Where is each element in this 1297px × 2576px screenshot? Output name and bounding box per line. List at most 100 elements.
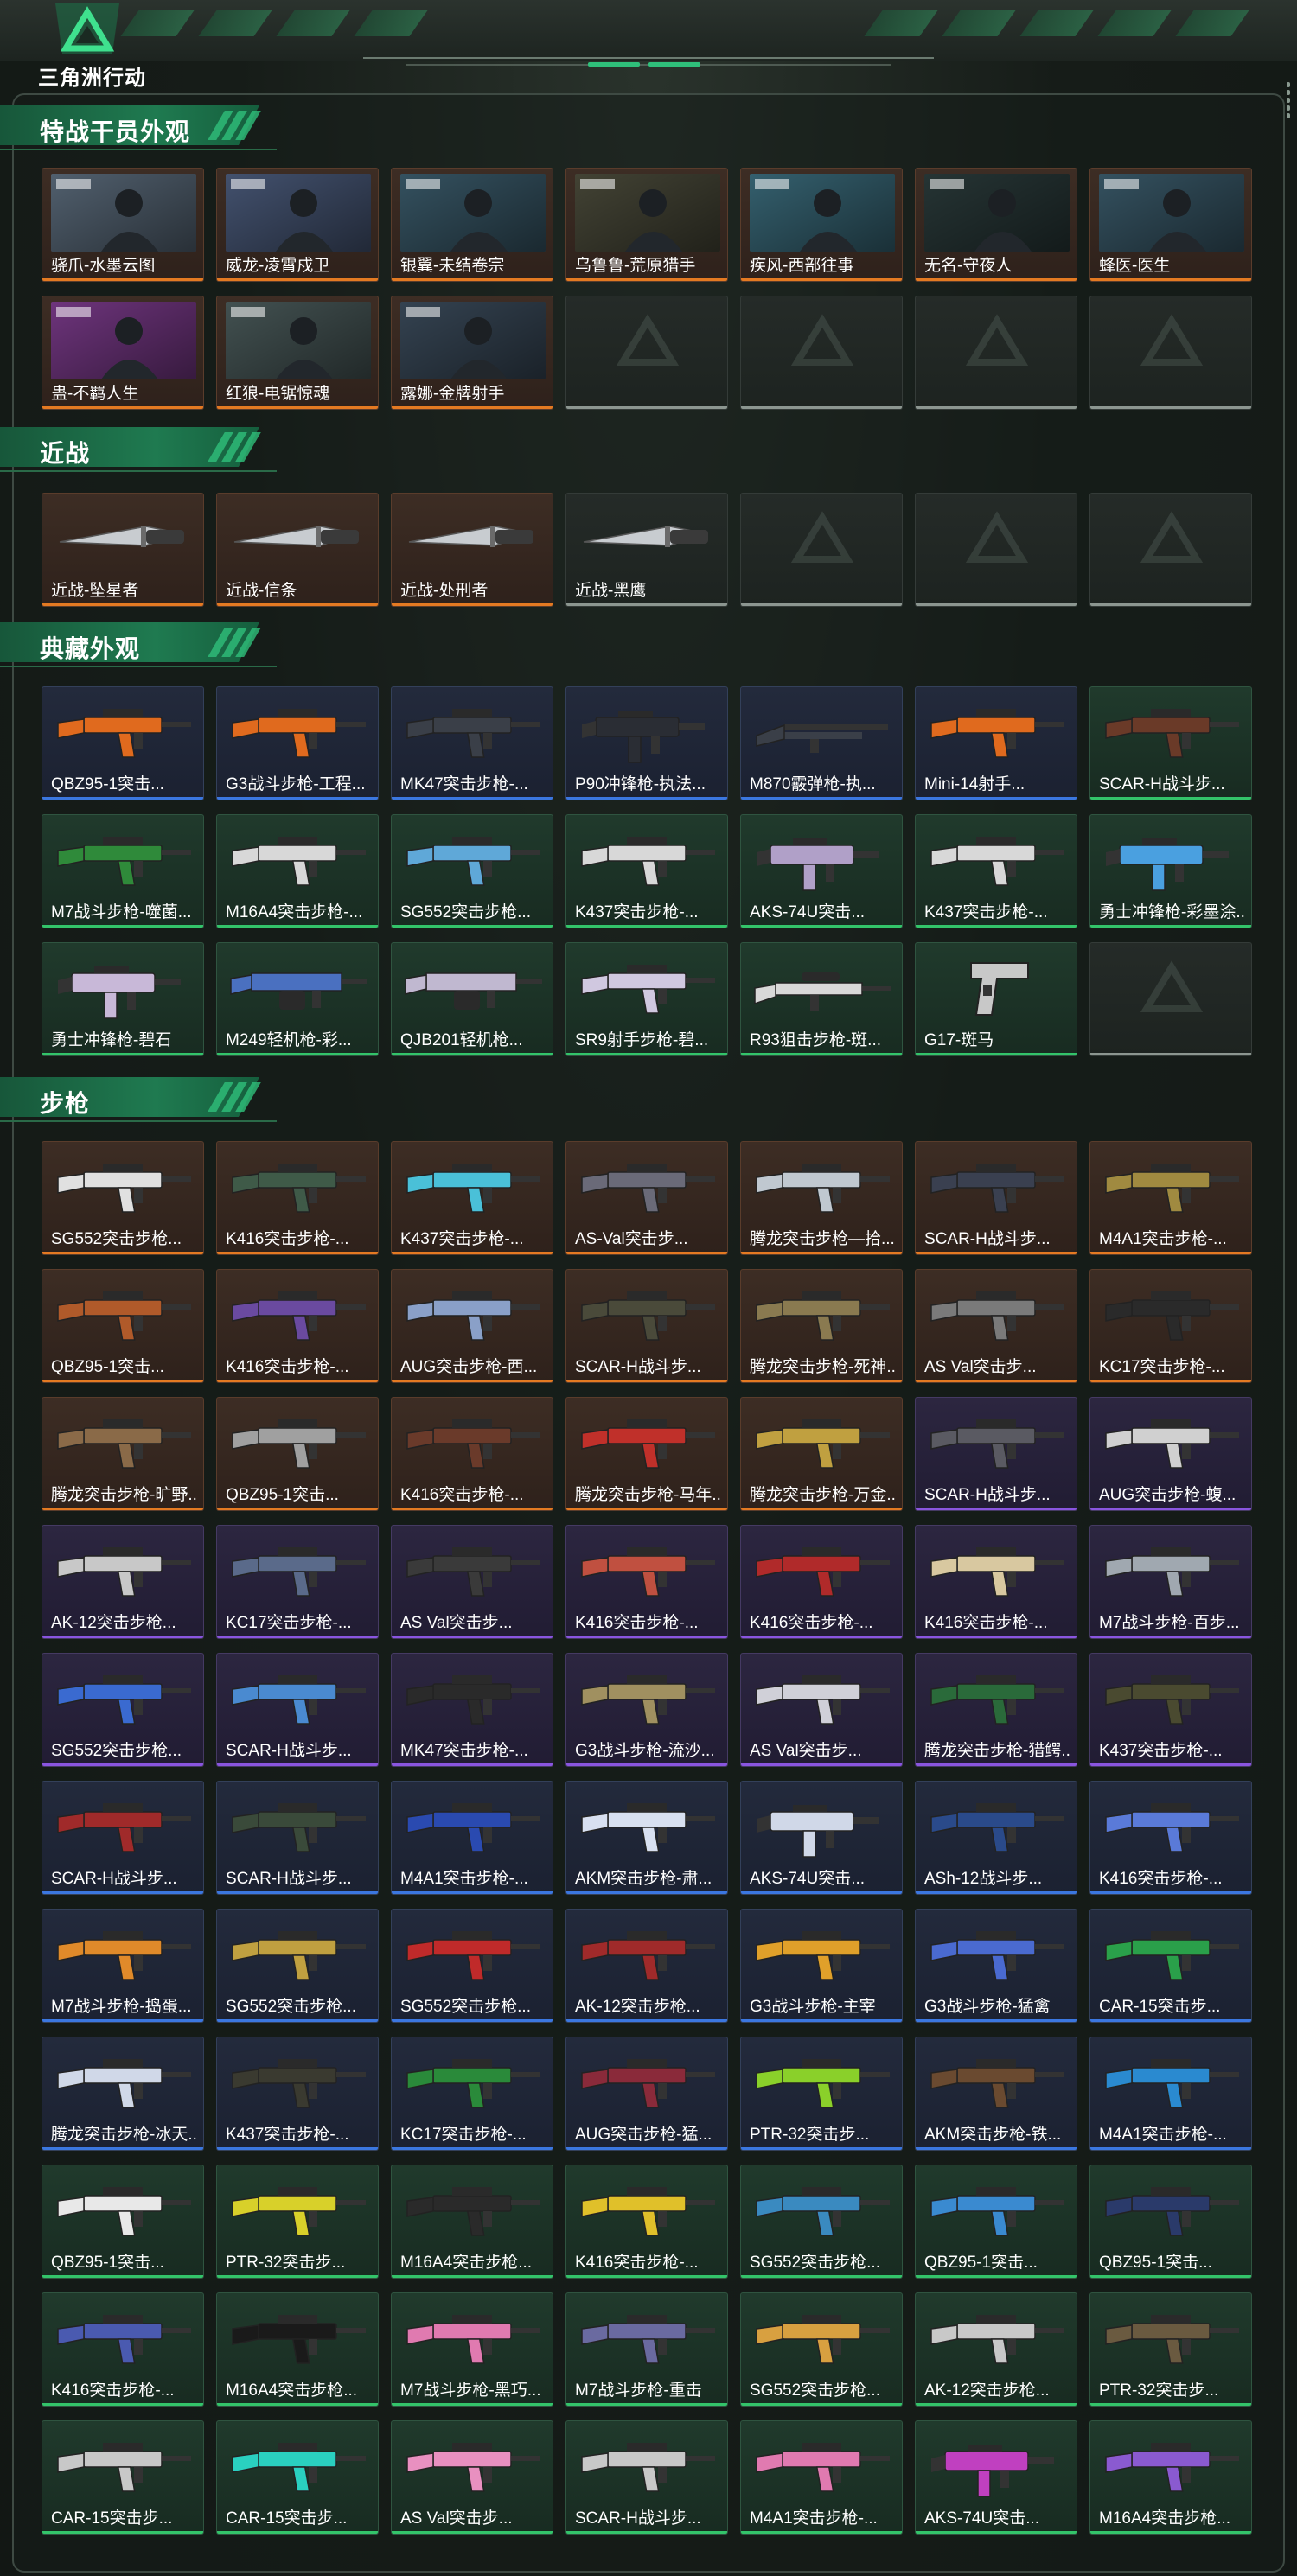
skin-card[interactable]: R93狙击步枪-斑... <box>740 942 903 1056</box>
skin-card[interactable]: M7战斗步枪-噬菌... <box>42 814 204 928</box>
skin-card[interactable]: SCAR-H战斗步... <box>565 1269 728 1383</box>
skin-card[interactable]: K437突击步枪-... <box>391 1141 553 1255</box>
skin-card[interactable]: AS Val突击步... <box>915 1269 1077 1383</box>
skin-card[interactable]: KC17突击步枪-... <box>1089 1269 1252 1383</box>
skin-card[interactable]: MK47突击步枪-... <box>391 1653 553 1767</box>
skin-card[interactable]: 近战-信条 <box>216 493 379 607</box>
skin-card[interactable]: G3战斗步枪-流沙... <box>565 1653 728 1767</box>
skin-card[interactable]: SCAR-H战斗步... <box>42 1781 204 1895</box>
skin-card[interactable]: G17-斑马 <box>915 942 1077 1056</box>
skin-card[interactable]: K437突击步枪-... <box>216 2037 379 2151</box>
skin-card[interactable]: PTR-32突击步... <box>216 2165 379 2279</box>
skin-card[interactable]: SCAR-H战斗步... <box>216 1781 379 1895</box>
skin-card[interactable]: K416突击步枪-... <box>740 1525 903 1639</box>
skin-card[interactable]: SG552突击步枪... <box>42 1141 204 1255</box>
skin-card[interactable]: 疾风-西部往事 <box>740 168 903 282</box>
skin-card[interactable]: KC17突击步枪-... <box>216 1525 379 1639</box>
skin-card[interactable]: M4A1突击步枪-... <box>1089 1141 1252 1255</box>
skin-card[interactable]: K416突击步枪-... <box>216 1269 379 1383</box>
skin-card[interactable]: 勇士冲锋枪-彩墨涂... <box>1089 814 1252 928</box>
skin-card[interactable]: K416突击步枪-... <box>391 1397 553 1511</box>
skin-card[interactable]: SCAR-H战斗步... <box>915 1397 1077 1511</box>
skin-card[interactable]: AK-12突击步枪... <box>915 2292 1077 2407</box>
skin-card[interactable]: AKM突击步枪-铁... <box>915 2037 1077 2151</box>
skin-card[interactable]: SCAR-H战斗步... <box>565 2420 728 2535</box>
skin-card[interactable]: AK-12突击步枪... <box>565 1909 728 2023</box>
skin-card[interactable]: M4A1突击步枪-... <box>740 2420 903 2535</box>
skin-card[interactable]: PTR-32突击步... <box>1089 2292 1252 2407</box>
skin-card[interactable]: AUG突击步枪-蝮... <box>1089 1397 1252 1511</box>
skin-card[interactable]: K416突击步枪-... <box>565 2165 728 2279</box>
skin-card[interactable]: 威龙-凌霄戍卫 <box>216 168 379 282</box>
skin-card[interactable]: QBZ95-1突击... <box>1089 2165 1252 2279</box>
skin-card[interactable]: M249轻机枪-彩... <box>216 942 379 1056</box>
skin-card[interactable]: M4A1突击步枪-... <box>391 1781 553 1895</box>
skin-card[interactable]: CAR-15突击步... <box>216 2420 379 2535</box>
skin-card[interactable]: 腾龙突击步枪-马年... <box>565 1397 728 1511</box>
skin-card[interactable]: QBZ95-1突击... <box>42 1269 204 1383</box>
skin-card[interactable]: M7战斗步枪-捣蛋... <box>42 1909 204 2023</box>
skin-card[interactable]: 骁爪-水墨云图 <box>42 168 204 282</box>
skin-card[interactable]: SG552突击步枪... <box>391 1909 553 2023</box>
skin-card[interactable]: K437突击步枪-... <box>565 814 728 928</box>
skin-card[interactable]: K416突击步枪-... <box>1089 1781 1252 1895</box>
skin-card[interactable]: 腾龙突击步枪-猎鳄... <box>915 1653 1077 1767</box>
skin-card[interactable]: QBZ95-1突击... <box>915 2165 1077 2279</box>
skin-card[interactable]: P90冲锋枪-执法... <box>565 686 728 800</box>
skin-card[interactable]: Mini-14射手... <box>915 686 1077 800</box>
skin-card[interactable]: QJB201轻机枪... <box>391 942 553 1056</box>
skin-card[interactable]: SG552突击步枪... <box>740 2292 903 2407</box>
skin-card[interactable]: M16A4突击步枪... <box>1089 2420 1252 2535</box>
skin-card[interactable]: SG552突击步枪... <box>391 814 553 928</box>
skin-card[interactable]: M7战斗步枪-重击 <box>565 2292 728 2407</box>
skin-card[interactable]: 近战-坠星者 <box>42 493 204 607</box>
skin-card[interactable]: AKM突击步枪-肃... <box>565 1781 728 1895</box>
skin-card[interactable]: 乌鲁鲁-荒原猎手 <box>565 168 728 282</box>
skin-card[interactable]: K416突击步枪-... <box>565 1525 728 1639</box>
skin-card[interactable]: QBZ95-1突击... <box>42 2165 204 2279</box>
skin-card[interactable]: G3战斗步枪-工程... <box>216 686 379 800</box>
skin-card[interactable]: ASh-12战斗步... <box>915 1781 1077 1895</box>
skin-card[interactable]: QBZ95-1突击... <box>216 1397 379 1511</box>
skin-card[interactable]: AKS-74U突击... <box>740 814 903 928</box>
skin-card[interactable]: AS Val突击步... <box>740 1653 903 1767</box>
skin-card[interactable]: 红狼-电锯惊魂 <box>216 296 379 410</box>
skin-card[interactable]: AUG突击步枪-西... <box>391 1269 553 1383</box>
skin-card[interactable]: AS Val突击步... <box>391 1525 553 1639</box>
skin-card[interactable]: SG552突击步枪... <box>42 1653 204 1767</box>
skin-card[interactable]: 腾龙突击步枪—拾... <box>740 1141 903 1255</box>
skin-card[interactable]: 露娜-金牌射手 <box>391 296 553 410</box>
skin-card[interactable]: AK-12突击步枪... <box>42 1525 204 1639</box>
skin-card[interactable]: 近战-处刑者 <box>391 493 553 607</box>
skin-card[interactable]: 腾龙突击步枪-死神... <box>740 1269 903 1383</box>
skin-card[interactable]: SG552突击步枪... <box>216 1909 379 2023</box>
skin-card[interactable]: G3战斗步枪-主宰 <box>740 1909 903 2023</box>
skin-card[interactable]: K416突击步枪-... <box>915 1525 1077 1639</box>
skin-card[interactable]: K416突击步枪-... <box>216 1141 379 1255</box>
skin-card[interactable]: PTR-32突击步... <box>740 2037 903 2151</box>
skin-card[interactable]: G3战斗步枪-猛禽 <box>915 1909 1077 2023</box>
skin-card[interactable]: 蛊-不羁人生 <box>42 296 204 410</box>
skin-card[interactable]: M7战斗步枪-百步... <box>1089 1525 1252 1639</box>
skin-card[interactable]: M16A4突击步枪... <box>216 2292 379 2407</box>
scroll-indicator[interactable] <box>1287 80 1292 121</box>
skin-card[interactable]: AUG突击步枪-猛... <box>565 2037 728 2151</box>
skin-card[interactable]: QBZ95-1突击... <box>42 686 204 800</box>
skin-card[interactable]: 腾龙突击步枪-冰天... <box>42 2037 204 2151</box>
skin-card[interactable]: 银翼-未结卷宗 <box>391 168 553 282</box>
skin-card[interactable]: 腾龙突击步枪-旷野... <box>42 1397 204 1511</box>
skin-card[interactable]: AKS-74U突击... <box>740 1781 903 1895</box>
skin-card[interactable]: 无名-守夜人 <box>915 168 1077 282</box>
skin-card[interactable]: SCAR-H战斗步... <box>216 1653 379 1767</box>
skin-card[interactable]: KC17突击步枪-... <box>391 2037 553 2151</box>
skin-card[interactable]: SCAR-H战斗步... <box>1089 686 1252 800</box>
skin-card[interactable]: SG552突击步枪... <box>740 2165 903 2279</box>
skin-card[interactable]: 近战-黑鹰 <box>565 493 728 607</box>
skin-card[interactable]: M4A1突击步枪-... <box>1089 2037 1252 2151</box>
skin-card[interactable]: CAR-15突击步... <box>1089 1909 1252 2023</box>
skin-card[interactable]: AKS-74U突击... <box>915 2420 1077 2535</box>
skin-card[interactable]: M7战斗步枪-黑巧... <box>391 2292 553 2407</box>
skin-card[interactable]: K416突击步枪-... <box>42 2292 204 2407</box>
skin-card[interactable]: 腾龙突击步枪-万金... <box>740 1397 903 1511</box>
skin-card[interactable]: 蜂医-医生 <box>1089 168 1252 282</box>
